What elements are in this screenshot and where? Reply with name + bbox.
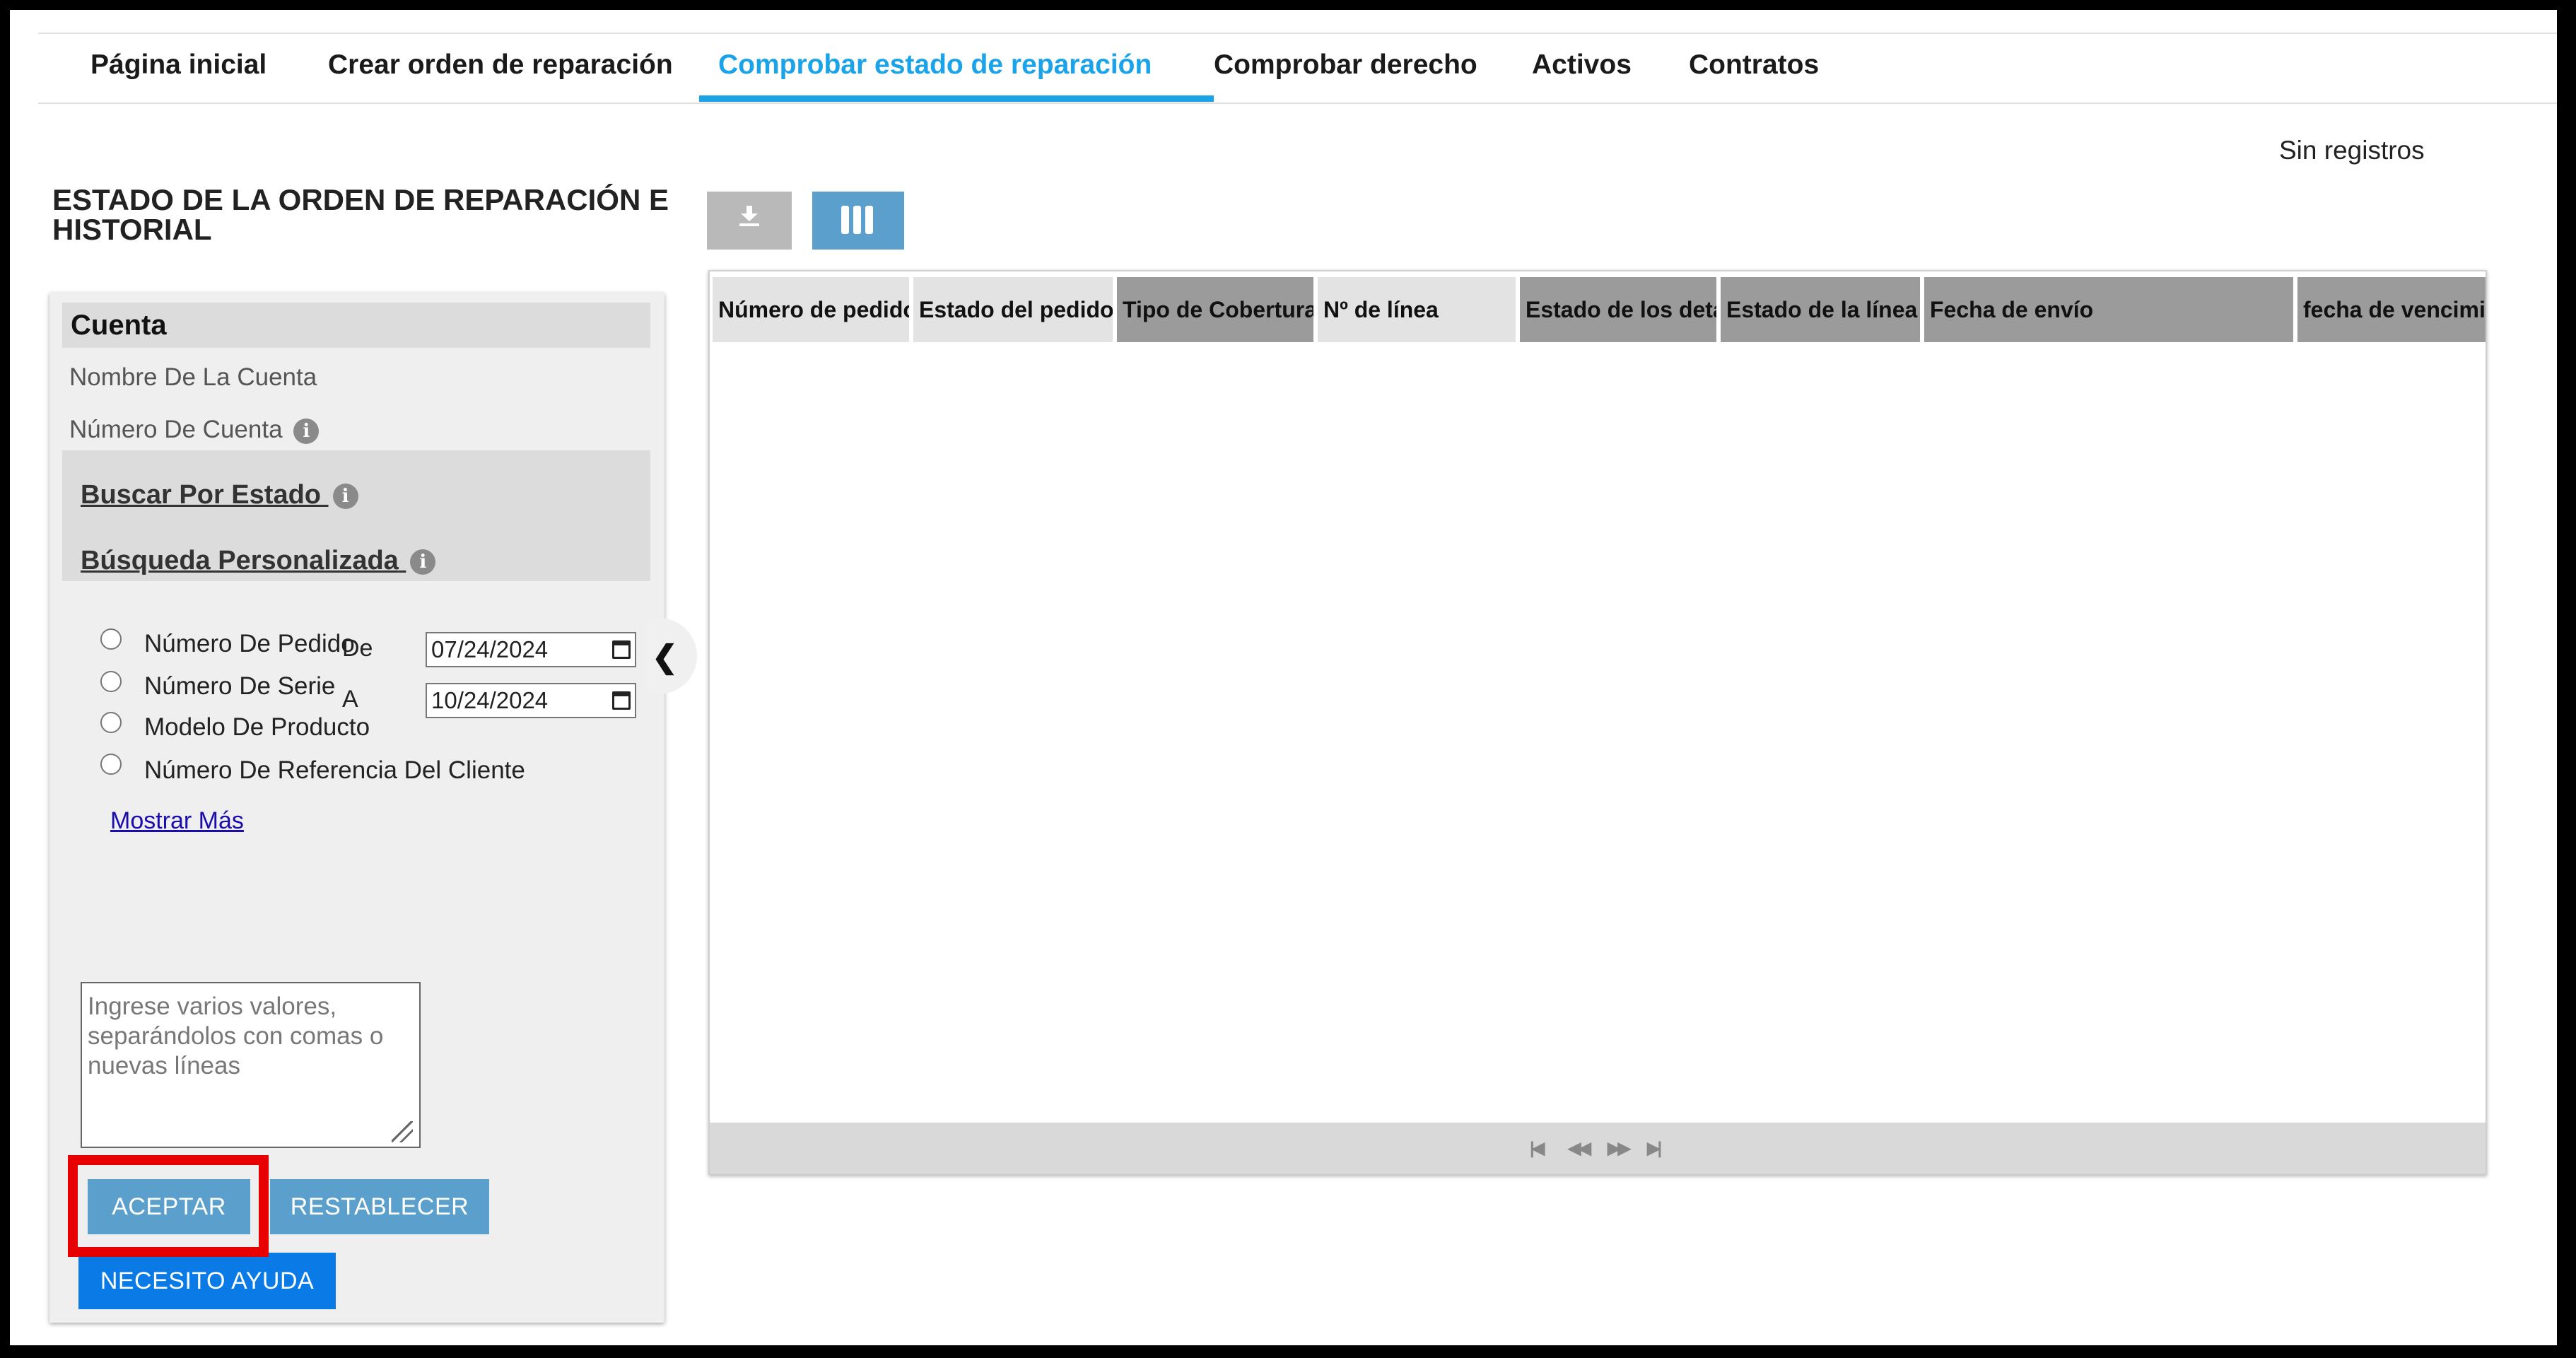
radio-serial-number[interactable] — [100, 671, 122, 692]
active-tab-indicator — [699, 95, 1214, 102]
calendar-icon[interactable] — [612, 640, 631, 659]
help-button[interactable]: NECESITO AYUDA — [78, 1253, 336, 1309]
top-nav: Página inicial Crear orden de reparación… — [38, 35, 2557, 104]
multi-value-input[interactable]: Ingrese varios valores, separándolos con… — [81, 982, 421, 1148]
column-header-order-number[interactable]: Número de pedido — [713, 277, 909, 342]
previous-page-icon[interactable]: ◀◀ — [1568, 1138, 1591, 1159]
search-by-status-link[interactable]: Buscar Por Estado — [81, 480, 321, 510]
reset-button[interactable]: RESTABLECER — [270, 1179, 489, 1234]
tab-check-entitlement[interactable]: Comprobar derecho — [1214, 35, 1477, 103]
page-title: ESTADO DE LA ORDEN DE REPARACIÓN E HISTO… — [52, 183, 669, 246]
show-more-link[interactable]: Mostrar Más — [110, 807, 244, 835]
download-button[interactable] — [707, 192, 792, 250]
date-from-value: 07/24/2024 — [431, 636, 549, 662]
top-divider — [38, 33, 2557, 34]
column-header-coverage-type[interactable]: Tipo de Cobertura — [1117, 277, 1313, 342]
multi-value-placeholder: Ingrese varios valores, separándolos con… — [88, 993, 384, 1079]
first-page-icon[interactable]: |◀ — [1530, 1138, 1545, 1159]
radio-customer-reference-label: Número De Referencia Del Cliente — [144, 756, 525, 784]
highlight-annotation — [68, 1155, 269, 1257]
custom-search-link[interactable]: Búsqueda Personalizada — [81, 546, 399, 575]
account-number-label: Número De Cuenta — [69, 416, 283, 443]
collapse-panel-toggle[interactable]: ❮ — [646, 618, 697, 694]
custom-search-row: Búsqueda Personalizada i — [81, 546, 436, 576]
column-header-ship-date[interactable]: Fecha de envío — [1924, 277, 2293, 342]
info-icon[interactable]: i — [293, 418, 320, 444]
account-section-header: Cuenta — [62, 303, 650, 348]
radio-order-number-label: Número De Pedido — [144, 630, 355, 657]
account-name-label: Nombre De La Cuenta — [69, 363, 317, 391]
info-icon[interactable]: i — [332, 483, 358, 509]
column-header-order-status[interactable]: Estado del pedido — [913, 277, 1113, 342]
column-header-expiration-date[interactable]: fecha de vencimi — [2297, 277, 2486, 342]
column-header-line-status[interactable]: Estado de la línea — [1721, 277, 1920, 342]
record-count-status: Sin registros — [2279, 136, 2425, 165]
date-from-input[interactable]: 07/24/2024 — [426, 632, 636, 667]
date-from-label: De — [342, 635, 373, 662]
last-page-icon[interactable]: ▶| — [1647, 1138, 1662, 1159]
resize-handle-icon[interactable] — [392, 1121, 413, 1142]
app-window: Página inicial Crear orden de reparación… — [10, 10, 2557, 1345]
tab-home[interactable]: Página inicial — [90, 35, 267, 103]
date-to-label: A — [342, 686, 358, 713]
download-icon — [739, 206, 759, 226]
search-by-status-row: Buscar Por Estado i — [81, 480, 358, 510]
tab-contracts[interactable]: Contratos — [1689, 35, 1819, 103]
repair-orders-grid: Número de pedido Estado del pedido Tipo … — [708, 270, 2487, 1175]
chevron-left-icon: ❮ — [652, 640, 678, 674]
column-header-line-number[interactable]: Nº de línea — [1318, 277, 1516, 342]
radio-product-model[interactable] — [100, 712, 122, 733]
date-to-input[interactable]: 10/24/2024 — [426, 683, 636, 718]
date-to-value: 10/24/2024 — [431, 687, 549, 713]
info-icon[interactable]: i — [410, 549, 436, 575]
tab-assets[interactable]: Activos — [1532, 35, 1632, 103]
grid-pager: |◀ ◀◀ ▶▶ ▶| — [710, 1123, 2486, 1173]
next-page-icon[interactable]: ▶▶ — [1608, 1138, 1631, 1159]
column-header-detail-status[interactable]: Estado de los detal — [1520, 277, 1716, 342]
radio-order-number[interactable] — [100, 628, 122, 650]
columns-button[interactable] — [812, 192, 904, 250]
radio-serial-number-label: Número De Serie — [144, 672, 336, 700]
radio-product-model-label: Modelo De Producto — [144, 713, 370, 741]
tab-check-repair-status[interactable]: Comprobar estado de reparación — [718, 35, 1152, 103]
radio-customer-reference[interactable] — [100, 754, 122, 775]
account-number-row: Número De Cuenta i — [69, 416, 320, 444]
tab-create-repair-order[interactable]: Crear orden de reparación — [328, 35, 673, 103]
calendar-icon[interactable] — [612, 691, 631, 710]
